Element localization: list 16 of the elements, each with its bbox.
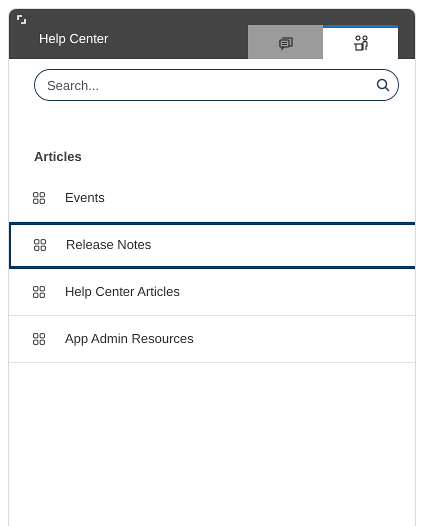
people-icon	[352, 35, 369, 52]
search-icon[interactable]	[376, 78, 390, 92]
search-field[interactable]: Search...	[34, 69, 399, 101]
grid-icon	[34, 239, 46, 251]
article-item[interactable]: Events	[9, 174, 415, 222]
panel-title: Help Center	[39, 30, 110, 48]
expand-icon[interactable]	[17, 15, 26, 24]
tab[interactable]	[323, 25, 398, 59]
grid-icon	[33, 192, 45, 204]
chat-icon	[277, 35, 294, 52]
article-item[interactable]: App Admin Resources	[9, 316, 415, 362]
article-item[interactable]: Help Center Articles	[9, 268, 415, 316]
article-item[interactable]: Release Notes	[9, 222, 415, 268]
grid-icon	[33, 332, 45, 344]
grid-icon	[33, 286, 45, 298]
section-heading: Articles	[34, 148, 83, 166]
